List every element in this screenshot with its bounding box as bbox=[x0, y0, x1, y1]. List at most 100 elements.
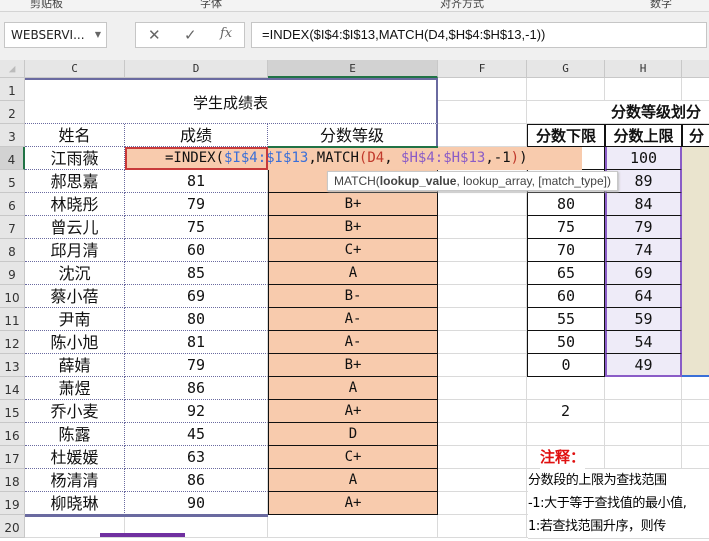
grade-label-cell[interactable] bbox=[682, 239, 709, 262]
upper-limit[interactable]: 64 bbox=[605, 285, 682, 308]
grade-label-cell[interactable] bbox=[682, 147, 709, 170]
tooltip-arg1[interactable]: lookup_value bbox=[380, 174, 457, 188]
row-header-15[interactable]: 15 bbox=[0, 400, 25, 423]
student-score[interactable]: 75 bbox=[125, 216, 268, 239]
grade-label-cell[interactable] bbox=[682, 354, 709, 377]
student-name[interactable]: 江雨薇 bbox=[25, 147, 125, 170]
cell[interactable] bbox=[682, 446, 709, 469]
grade-table-heading[interactable]: 分数下限 bbox=[527, 124, 605, 147]
lower-limit[interactable]: 75 bbox=[527, 216, 605, 239]
column-heading[interactable]: 姓名 bbox=[25, 124, 125, 147]
cell[interactable] bbox=[438, 377, 527, 400]
row-header-13[interactable]: 13 bbox=[0, 354, 25, 377]
student-score[interactable]: 45 bbox=[125, 423, 268, 446]
student-name[interactable]: 杨清清 bbox=[25, 469, 125, 492]
row-header-2[interactable]: 2 bbox=[0, 101, 25, 124]
cell[interactable] bbox=[438, 101, 527, 124]
column-heading[interactable]: 分数等级 bbox=[268, 124, 438, 147]
student-score[interactable]: 63 bbox=[125, 446, 268, 469]
student-grade[interactable]: A- bbox=[268, 331, 438, 354]
cell[interactable] bbox=[438, 78, 527, 101]
student-score[interactable]: 69 bbox=[125, 285, 268, 308]
cell[interactable] bbox=[438, 423, 527, 446]
row-header-19[interactable]: 19 bbox=[0, 492, 25, 515]
upper-limit[interactable]: 79 bbox=[605, 216, 682, 239]
cell[interactable] bbox=[682, 423, 709, 446]
student-name[interactable]: 邱月清 bbox=[25, 239, 125, 262]
lower-limit[interactable]: 70 bbox=[527, 239, 605, 262]
student-name[interactable]: 尹南 bbox=[25, 308, 125, 331]
student-grade[interactable]: A+ bbox=[268, 492, 438, 515]
row-header-4[interactable]: 4 bbox=[0, 147, 25, 170]
row-header-18[interactable]: 18 bbox=[0, 469, 25, 492]
student-name[interactable]: 陈小旭 bbox=[25, 331, 125, 354]
grade-label-cell[interactable] bbox=[682, 262, 709, 285]
cell[interactable] bbox=[438, 515, 527, 538]
grade-label-cell[interactable] bbox=[682, 193, 709, 216]
cell[interactable] bbox=[605, 423, 682, 446]
student-grade[interactable]: A bbox=[268, 377, 438, 400]
upper-limit[interactable]: 54 bbox=[605, 331, 682, 354]
chevron-down-icon[interactable]: ▼ bbox=[95, 23, 101, 47]
student-score[interactable]: 85 bbox=[125, 262, 268, 285]
column-header-C[interactable]: C bbox=[25, 60, 125, 78]
student-grade[interactable]: A+ bbox=[268, 400, 438, 423]
student-grade[interactable]: A bbox=[268, 469, 438, 492]
grade-table-heading[interactable]: 分 bbox=[682, 124, 709, 147]
student-name[interactable]: 乔小麦 bbox=[25, 400, 125, 423]
upper-limit[interactable]: 59 bbox=[605, 308, 682, 331]
row-header-8[interactable]: 8 bbox=[0, 239, 25, 262]
upper-limit[interactable]: 100 bbox=[605, 147, 682, 170]
lower-limit[interactable]: 50 bbox=[527, 331, 605, 354]
lower-limit[interactable]: 55 bbox=[527, 308, 605, 331]
grade-label-cell[interactable] bbox=[682, 285, 709, 308]
student-name[interactable]: 柳晓琳 bbox=[25, 492, 125, 515]
fx-icon[interactable]: fx bbox=[220, 26, 232, 41]
student-grade[interactable]: B- bbox=[268, 285, 438, 308]
row-header-1[interactable]: 1 bbox=[0, 78, 25, 101]
row-header-17[interactable]: 17 bbox=[0, 446, 25, 469]
student-score[interactable]: 86 bbox=[125, 377, 268, 400]
row-header-6[interactable]: 6 bbox=[0, 193, 25, 216]
cell[interactable] bbox=[438, 239, 527, 262]
student-score[interactable]: 92 bbox=[125, 400, 268, 423]
row-header-7[interactable]: 7 bbox=[0, 216, 25, 239]
row-header-20[interactable]: 20 bbox=[0, 515, 25, 538]
student-grade[interactable]: B+ bbox=[268, 354, 438, 377]
row-header-9[interactable]: 9 bbox=[0, 262, 25, 285]
grade-label-cell[interactable] bbox=[682, 170, 709, 193]
name-box[interactable]: WEBSERVI... ▼ bbox=[4, 22, 107, 48]
student-score[interactable]: 86 bbox=[125, 469, 268, 492]
cell[interactable] bbox=[438, 400, 527, 423]
grade-table-heading[interactable]: 分数上限 bbox=[605, 124, 682, 147]
cell[interactable] bbox=[527, 78, 605, 101]
grade-label-cell[interactable] bbox=[682, 308, 709, 331]
row-header-16[interactable]: 16 bbox=[0, 423, 25, 446]
sheet-tab-active[interactable] bbox=[100, 533, 185, 537]
cell[interactable] bbox=[438, 124, 527, 147]
cell[interactable] bbox=[438, 308, 527, 331]
cell[interactable] bbox=[527, 423, 605, 446]
cell[interactable] bbox=[438, 492, 527, 515]
cell[interactable] bbox=[268, 515, 438, 538]
cell[interactable] bbox=[438, 446, 527, 469]
grade-label-cell[interactable] bbox=[682, 216, 709, 239]
column-header-F[interactable]: F bbox=[438, 60, 527, 78]
check-icon[interactable]: ✓ bbox=[184, 26, 197, 44]
row-header-11[interactable]: 11 bbox=[0, 308, 25, 331]
cell[interactable] bbox=[605, 400, 682, 423]
student-name[interactable]: 曾云儿 bbox=[25, 216, 125, 239]
lower-limit[interactable]: 0 bbox=[527, 354, 605, 377]
column-header-I[interactable] bbox=[682, 60, 709, 78]
student-name[interactable]: 沈沉 bbox=[25, 262, 125, 285]
select-all-corner[interactable]: ◢ bbox=[0, 60, 25, 78]
student-name[interactable]: 郝思嘉 bbox=[25, 170, 125, 193]
student-grade[interactable]: B+ bbox=[268, 216, 438, 239]
student-score[interactable]: 90 bbox=[125, 492, 268, 515]
student-grade[interactable]: A- bbox=[268, 308, 438, 331]
formula-input[interactable]: =INDEX($I$4:$I$13,MATCH(D4,$H$4:$H$13,-1… bbox=[251, 22, 707, 48]
student-grade[interactable]: B+ bbox=[268, 193, 438, 216]
cancel-icon[interactable]: ✕ bbox=[148, 26, 161, 44]
row-header-10[interactable]: 10 bbox=[0, 285, 25, 308]
cell[interactable] bbox=[605, 377, 682, 400]
